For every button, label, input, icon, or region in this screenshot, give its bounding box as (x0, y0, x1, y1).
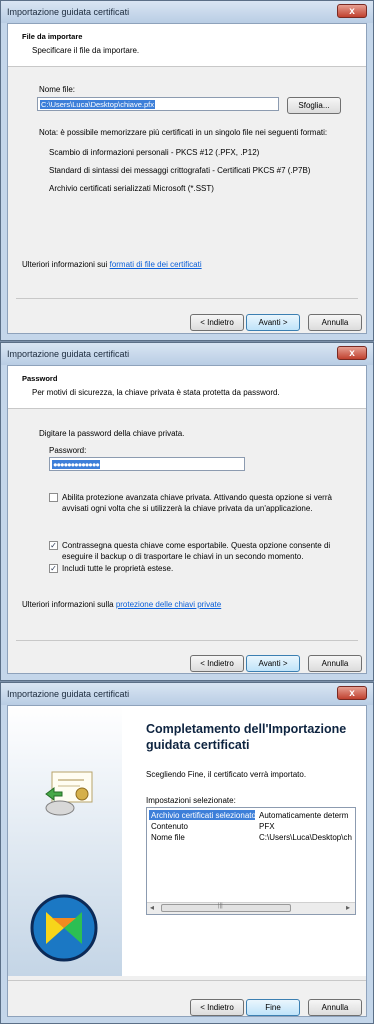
dialog-body: Completamento dell'Importazione guidata … (7, 705, 367, 1017)
title-bar[interactable]: Importazione guidata certificati x (1, 683, 373, 705)
file-name-label: Nome file: (39, 85, 76, 94)
certificate-import-icon (45, 771, 93, 816)
cancel-button[interactable]: Annulla (308, 999, 362, 1016)
footer-divider (16, 640, 358, 641)
close-button[interactable]: x (337, 686, 367, 700)
private-key-protection-link[interactable]: protezione delle chiavi private (116, 600, 221, 609)
browse-button[interactable]: Sfoglia... (287, 97, 341, 114)
cancel-button[interactable]: Annulla (308, 314, 362, 331)
password-label: Password: (49, 446, 87, 455)
settings-listview[interactable]: Archivio certificati selezionato Automat… (146, 807, 356, 915)
password-value: ●●●●●●●●●●●●● (52, 460, 100, 469)
back-button[interactable]: < Indietro (190, 314, 244, 331)
next-button[interactable]: Avanti > (246, 655, 300, 672)
dialog-password: Importazione guidata certificati x Passw… (0, 342, 374, 681)
title-bar[interactable]: Importazione guidata certificati x (1, 343, 373, 365)
dialog-completion: Importazione guidata certificati x Compl… (0, 682, 374, 1024)
finish-info: Scegliendo Fine, il certificato verrà im… (146, 770, 307, 779)
exportable-text: Contrassegna questa chiave come esportab… (62, 541, 331, 550)
finish-button[interactable]: Fine (246, 999, 300, 1016)
exportable-checkbox[interactable]: ✓ (49, 541, 58, 550)
formats-note: Nota: è possibile memorizzare più certif… (39, 128, 328, 137)
header-title: File da importare (22, 32, 83, 41)
scroll-grip: ||| (218, 903, 223, 909)
password-input[interactable]: ●●●●●●●●●●●●● (49, 457, 245, 471)
format-item: Archivio certificati serializzati Micros… (49, 184, 214, 193)
footer-divider (16, 298, 358, 299)
window-title: Importazione guidata certificati (7, 349, 130, 359)
app-logo-icon (30, 894, 98, 962)
close-button[interactable]: x (337, 4, 367, 18)
title-bar[interactable]: Importazione guidata certificati x (1, 1, 373, 23)
completion-heading: Completamento dell'Importazione (146, 722, 347, 736)
more-info-text: Ulteriori informazioni sui formati di fi… (22, 260, 202, 269)
wizard-header: Password Per motivi di sicurezza, la chi… (8, 366, 366, 409)
close-button[interactable]: x (337, 346, 367, 360)
setting-value: Automaticamente determ (259, 811, 349, 820)
file-name-input[interactable]: C:\Users\Luca\Desktop\chiave.pfx (37, 97, 279, 111)
strong-protection-checkbox[interactable] (49, 493, 58, 502)
format-item: Standard di sintassi dei messaggi critto… (49, 166, 311, 175)
back-button[interactable]: < Indietro (190, 655, 244, 672)
setting-key[interactable]: Nome file (151, 833, 185, 842)
format-item: Scambio di informazioni personali - PKCS… (49, 148, 260, 157)
exportable-text: eseguire il backup o di trasportare le c… (62, 552, 304, 561)
wizard-content: Completamento dell'Importazione guidata … (122, 706, 366, 976)
wizard-sidebar (8, 706, 122, 976)
strong-protection-text: Abilita protezione avanzata chiave priva… (62, 493, 332, 502)
setting-value: PFX (259, 822, 275, 831)
dialog-file-to-import: Importazione guidata certificati x File … (0, 0, 374, 341)
window-title: Importazione guidata certificati (7, 7, 130, 17)
footer-divider (8, 980, 366, 981)
horizontal-scrollbar[interactable]: ◂ ||| ▸ (147, 902, 355, 914)
dialog-body: File da importare Specificare il file da… (7, 23, 367, 334)
header-title: Password (22, 374, 58, 383)
wizard-header: File da importare Specificare il file da… (8, 24, 366, 67)
next-button[interactable]: Avanti > (246, 314, 300, 331)
header-subtitle: Per motivi di sicurezza, la chiave priva… (32, 388, 280, 397)
cancel-button[interactable]: Annulla (308, 655, 362, 672)
more-info-text: Ulteriori informazioni sulla protezione … (22, 600, 221, 609)
certificate-formats-link[interactable]: formati di file dei certificati (110, 260, 202, 269)
setting-value: C:\Users\Luca\Desktop\ch (259, 833, 352, 842)
strong-protection-text: avvisati ogni volta che si utilizzerà la… (62, 504, 313, 513)
extended-properties-checkbox[interactable]: ✓ (49, 564, 58, 573)
window-title: Importazione guidata certificati (7, 689, 130, 699)
file-name-value: C:\Users\Luca\Desktop\chiave.pfx (40, 100, 155, 109)
more-info-prefix: Ulteriori informazioni sulla (22, 600, 116, 609)
scroll-left-arrow[interactable]: ◂ (150, 903, 154, 912)
extended-properties-text: Includi tutte le proprietà estese. (62, 564, 174, 573)
scroll-thumb[interactable]: ||| (161, 903, 291, 912)
setting-key[interactable]: Archivio certificati selezionato (151, 811, 256, 820)
settings-label: Impostazioni selezionate: (146, 796, 236, 805)
completion-heading: guidata certificati (146, 738, 250, 752)
back-button[interactable]: < Indietro (190, 999, 244, 1016)
header-subtitle: Specificare il file da importare. (32, 46, 140, 55)
setting-key[interactable]: Contenuto (151, 822, 188, 831)
password-prompt: Digitare la password della chiave privat… (39, 429, 185, 438)
scroll-right-arrow[interactable]: ▸ (346, 903, 350, 912)
dialog-body: Password Per motivi di sicurezza, la chi… (7, 365, 367, 674)
more-info-prefix: Ulteriori informazioni sui (22, 260, 110, 269)
